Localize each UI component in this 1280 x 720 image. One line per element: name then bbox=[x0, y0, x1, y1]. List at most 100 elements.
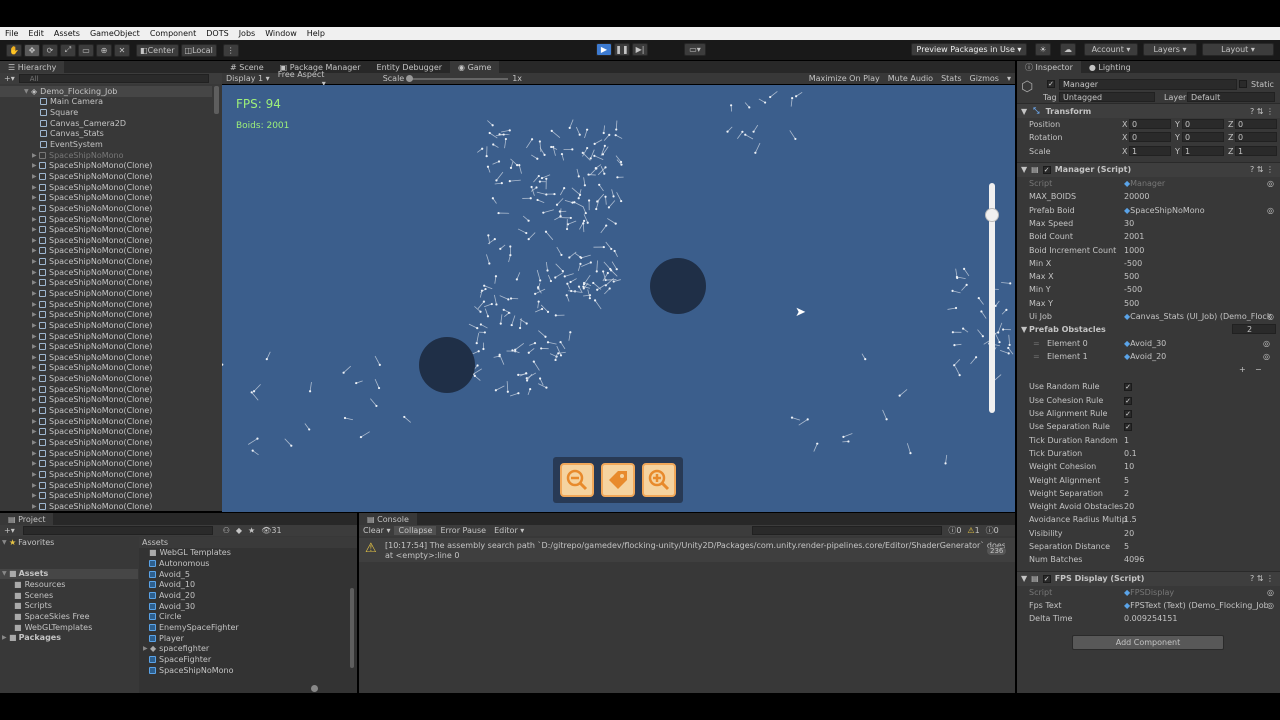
pause-button[interactable]: ❚❚ bbox=[614, 43, 630, 56]
element-value[interactable]: ◆Avoid_20 bbox=[1124, 352, 1166, 361]
element-value[interactable]: ◆Avoid_30 bbox=[1124, 339, 1166, 348]
rotate-tool-icon[interactable]: ⟳ bbox=[42, 43, 58, 57]
drag-handle-icon[interactable]: = bbox=[1033, 339, 1040, 348]
object-picker-icon[interactable]: ◎ bbox=[1263, 352, 1270, 361]
hierarchy-scrollbar[interactable] bbox=[214, 86, 219, 114]
object-picker-icon[interactable]: ◎ bbox=[1267, 206, 1274, 215]
layout-dropdown[interactable]: Layout ▾ bbox=[1202, 43, 1274, 56]
component-menu-icon[interactable]: ? ⇅ ⋮ bbox=[1250, 574, 1274, 583]
rule-checkbox[interactable]: ✓ bbox=[1124, 383, 1132, 392]
field-value-box[interactable]: 1.5 bbox=[1124, 515, 1272, 524]
project-scrollbar[interactable] bbox=[350, 588, 354, 668]
field-value-box[interactable]: 20000 bbox=[1124, 192, 1272, 201]
hierarchy-item-clone[interactable]: ▶ SpaceShipNoMono(Clone) bbox=[0, 458, 212, 469]
hierarchy-item-prefab[interactable]: ▶ SpaceShipNoMono bbox=[0, 150, 212, 161]
layer-dropdown[interactable]: Default bbox=[1187, 92, 1275, 102]
hierarchy-item-clone[interactable]: ▶ SpaceShipNoMono(Clone) bbox=[0, 363, 212, 374]
asset-item[interactable]: Autonomous bbox=[139, 558, 357, 569]
maximize-on-play-button[interactable]: Maximize On Play bbox=[805, 74, 884, 83]
hierarchy-item-clone[interactable]: ▶ SpaceShipNoMono(Clone) bbox=[0, 480, 212, 491]
menu-file[interactable]: File bbox=[0, 29, 23, 38]
hierarchy-item-clone[interactable]: ▶ SpaceShipNoMono(Clone) bbox=[0, 182, 212, 193]
object-picker-icon[interactable]: ◎ bbox=[1267, 312, 1274, 321]
menu-dots[interactable]: DOTS bbox=[201, 29, 233, 38]
hierarchy-item[interactable]: Square bbox=[0, 107, 212, 118]
hierarchy-item-clone[interactable]: ▶ SpaceShipNoMono(Clone) bbox=[0, 246, 212, 257]
hierarchy-item[interactable]: Canvas_Stats bbox=[0, 129, 212, 140]
scale-x-field[interactable]: 1 bbox=[1129, 145, 1171, 156]
assets-folder-row[interactable]: ▼ ■ Assets bbox=[0, 568, 138, 580]
tag-button[interactable] bbox=[600, 463, 635, 497]
pivot-local-button[interactable]: ◫ Local bbox=[180, 43, 217, 57]
tag-dropdown[interactable]: Untagged bbox=[1059, 92, 1155, 102]
hierarchy-item-clone[interactable]: ▶ SpaceShipNoMono(Clone) bbox=[0, 267, 212, 278]
rotation-y-field[interactable]: 0 bbox=[1182, 132, 1224, 143]
transform-tool-icon[interactable]: ⊕ bbox=[96, 43, 112, 57]
hierarchy-tab[interactable]: ☰ Hierarchy bbox=[0, 61, 65, 73]
error-filter-button[interactable]: ⓘ0 bbox=[986, 525, 999, 536]
info-filter-button[interactable]: ⓘ0 bbox=[948, 525, 961, 536]
component-menu-icon[interactable]: ? ⇅ ⋮ bbox=[1250, 107, 1274, 116]
add-icon[interactable]: +▾ bbox=[0, 74, 19, 83]
hierarchy-item-clone[interactable]: ▶ SpaceShipNoMono(Clone) bbox=[0, 278, 212, 289]
zoom-in-button[interactable] bbox=[642, 463, 677, 497]
field-value-box[interactable]: 1000 bbox=[1124, 246, 1272, 255]
gizmos-dropdown-icon[interactable]: ▾ bbox=[1003, 74, 1015, 83]
hierarchy-item-clone[interactable]: ▶ SpaceShipNoMono(Clone) bbox=[0, 416, 212, 427]
playmode-target-dropdown[interactable]: ▭▾ bbox=[684, 43, 706, 56]
field-value-box[interactable]: -500 bbox=[1124, 259, 1272, 268]
hierarchy-item-clone[interactable]: ▶ SpaceShipNoMono(Clone) bbox=[0, 224, 212, 235]
field-value-box[interactable]: 10 bbox=[1124, 462, 1272, 471]
scale-slider-thumb[interactable] bbox=[406, 74, 414, 82]
layers-dropdown[interactable]: Layers ▾ bbox=[1143, 43, 1197, 56]
asset-item[interactable]: SpaceFighter bbox=[139, 654, 357, 665]
hierarchy-item-clone[interactable]: ▶ SpaceShipNoMono(Clone) bbox=[0, 352, 212, 363]
scale-tool-icon[interactable]: ⤢ bbox=[60, 43, 76, 57]
folder-row[interactable]: ■ WebGLTemplates bbox=[0, 622, 138, 633]
tab-scene[interactable]: # Scene bbox=[222, 61, 272, 73]
packages-folder-row[interactable]: ▶ ■ Packages bbox=[0, 632, 138, 643]
eye-icon[interactable]: 👁 bbox=[261, 526, 271, 535]
hierarchy-item-clone[interactable]: ▶ SpaceShipNoMono(Clone) bbox=[0, 309, 212, 320]
grid-snap-icon[interactable]: ⋮ bbox=[222, 43, 239, 57]
hierarchy-item-clone[interactable]: ▶ SpaceShipNoMono(Clone) bbox=[0, 299, 212, 310]
hierarchy-item-clone[interactable]: ▶ SpaceShipNoMono(Clone) bbox=[0, 373, 212, 384]
component-menu-icon[interactable]: ? ⇅ ⋮ bbox=[1250, 165, 1274, 174]
field-value-box[interactable]: -500 bbox=[1124, 285, 1272, 294]
play-button[interactable]: ▶ bbox=[596, 43, 612, 56]
folder-row[interactable]: ■ Resources bbox=[0, 579, 138, 590]
stats-button[interactable]: Stats bbox=[937, 74, 965, 83]
asset-item[interactable]: Circle bbox=[139, 611, 357, 622]
hierarchy-item-clone[interactable]: ▶ SpaceShipNoMono(Clone) bbox=[0, 405, 212, 416]
hierarchy-item-clone[interactable]: ▶ SpaceShipNoMono(Clone) bbox=[0, 501, 212, 510]
lighting-tab[interactable]: ● Lighting bbox=[1081, 61, 1139, 73]
account-dropdown[interactable]: Account ▾ bbox=[1084, 43, 1138, 56]
hierarchy-item-clone[interactable]: ▶ SpaceShipNoMono(Clone) bbox=[0, 341, 212, 352]
transform-header[interactable]: ▼ ⤡ Transform ? ⇅ ⋮ bbox=[1017, 103, 1280, 118]
hierarchy-item-clone[interactable]: ▶ SpaceShipNoMono(Clone) bbox=[0, 331, 212, 342]
field-value-box[interactable]: ◆FPSText (Text) (Demo_Flocking_Job bbox=[1124, 601, 1272, 610]
field-value-box[interactable]: 4096 bbox=[1124, 555, 1272, 564]
array-remove-button[interactable]: − bbox=[1255, 365, 1262, 374]
display-dropdown[interactable]: Display 1 ▾ bbox=[222, 74, 274, 83]
asset-item[interactable]: EnemySpaceFighter bbox=[139, 622, 357, 633]
field-value-box[interactable]: 30 bbox=[1124, 219, 1272, 228]
label-icon[interactable]: ◆ bbox=[236, 526, 242, 535]
boid-count-slider[interactable] bbox=[985, 183, 999, 413]
project-search-input[interactable] bbox=[22, 526, 213, 535]
game-view[interactable]: FPS: 94 Boids: 2001 ➤ bbox=[222, 85, 1015, 512]
hand-tool-icon[interactable]: ✋ bbox=[6, 43, 22, 57]
scale-z-field[interactable]: 1 bbox=[1235, 145, 1277, 156]
zoom-out-button[interactable] bbox=[559, 463, 594, 497]
object-picker-icon[interactable]: ◎ bbox=[1267, 179, 1274, 188]
hierarchy-item-clone[interactable]: ▶ SpaceShipNoMono(Clone) bbox=[0, 214, 212, 225]
hierarchy-item-clone[interactable]: ▶ SpaceShipNoMono(Clone) bbox=[0, 469, 212, 480]
console-search-input[interactable] bbox=[752, 526, 943, 535]
field-value-box[interactable]: ◆SpaceShipNoMono bbox=[1124, 206, 1272, 215]
warning-filter-button[interactable]: ⚠1 bbox=[967, 526, 979, 535]
field-value-box[interactable]: 2001 bbox=[1124, 232, 1272, 241]
object-picker-icon[interactable]: ◎ bbox=[1267, 601, 1274, 610]
asset-item[interactable]: Avoid_5 bbox=[139, 569, 357, 580]
menu-gameobject[interactable]: GameObject bbox=[85, 29, 145, 38]
clear-dropdown[interactable]: Clear ▾ bbox=[359, 526, 394, 535]
